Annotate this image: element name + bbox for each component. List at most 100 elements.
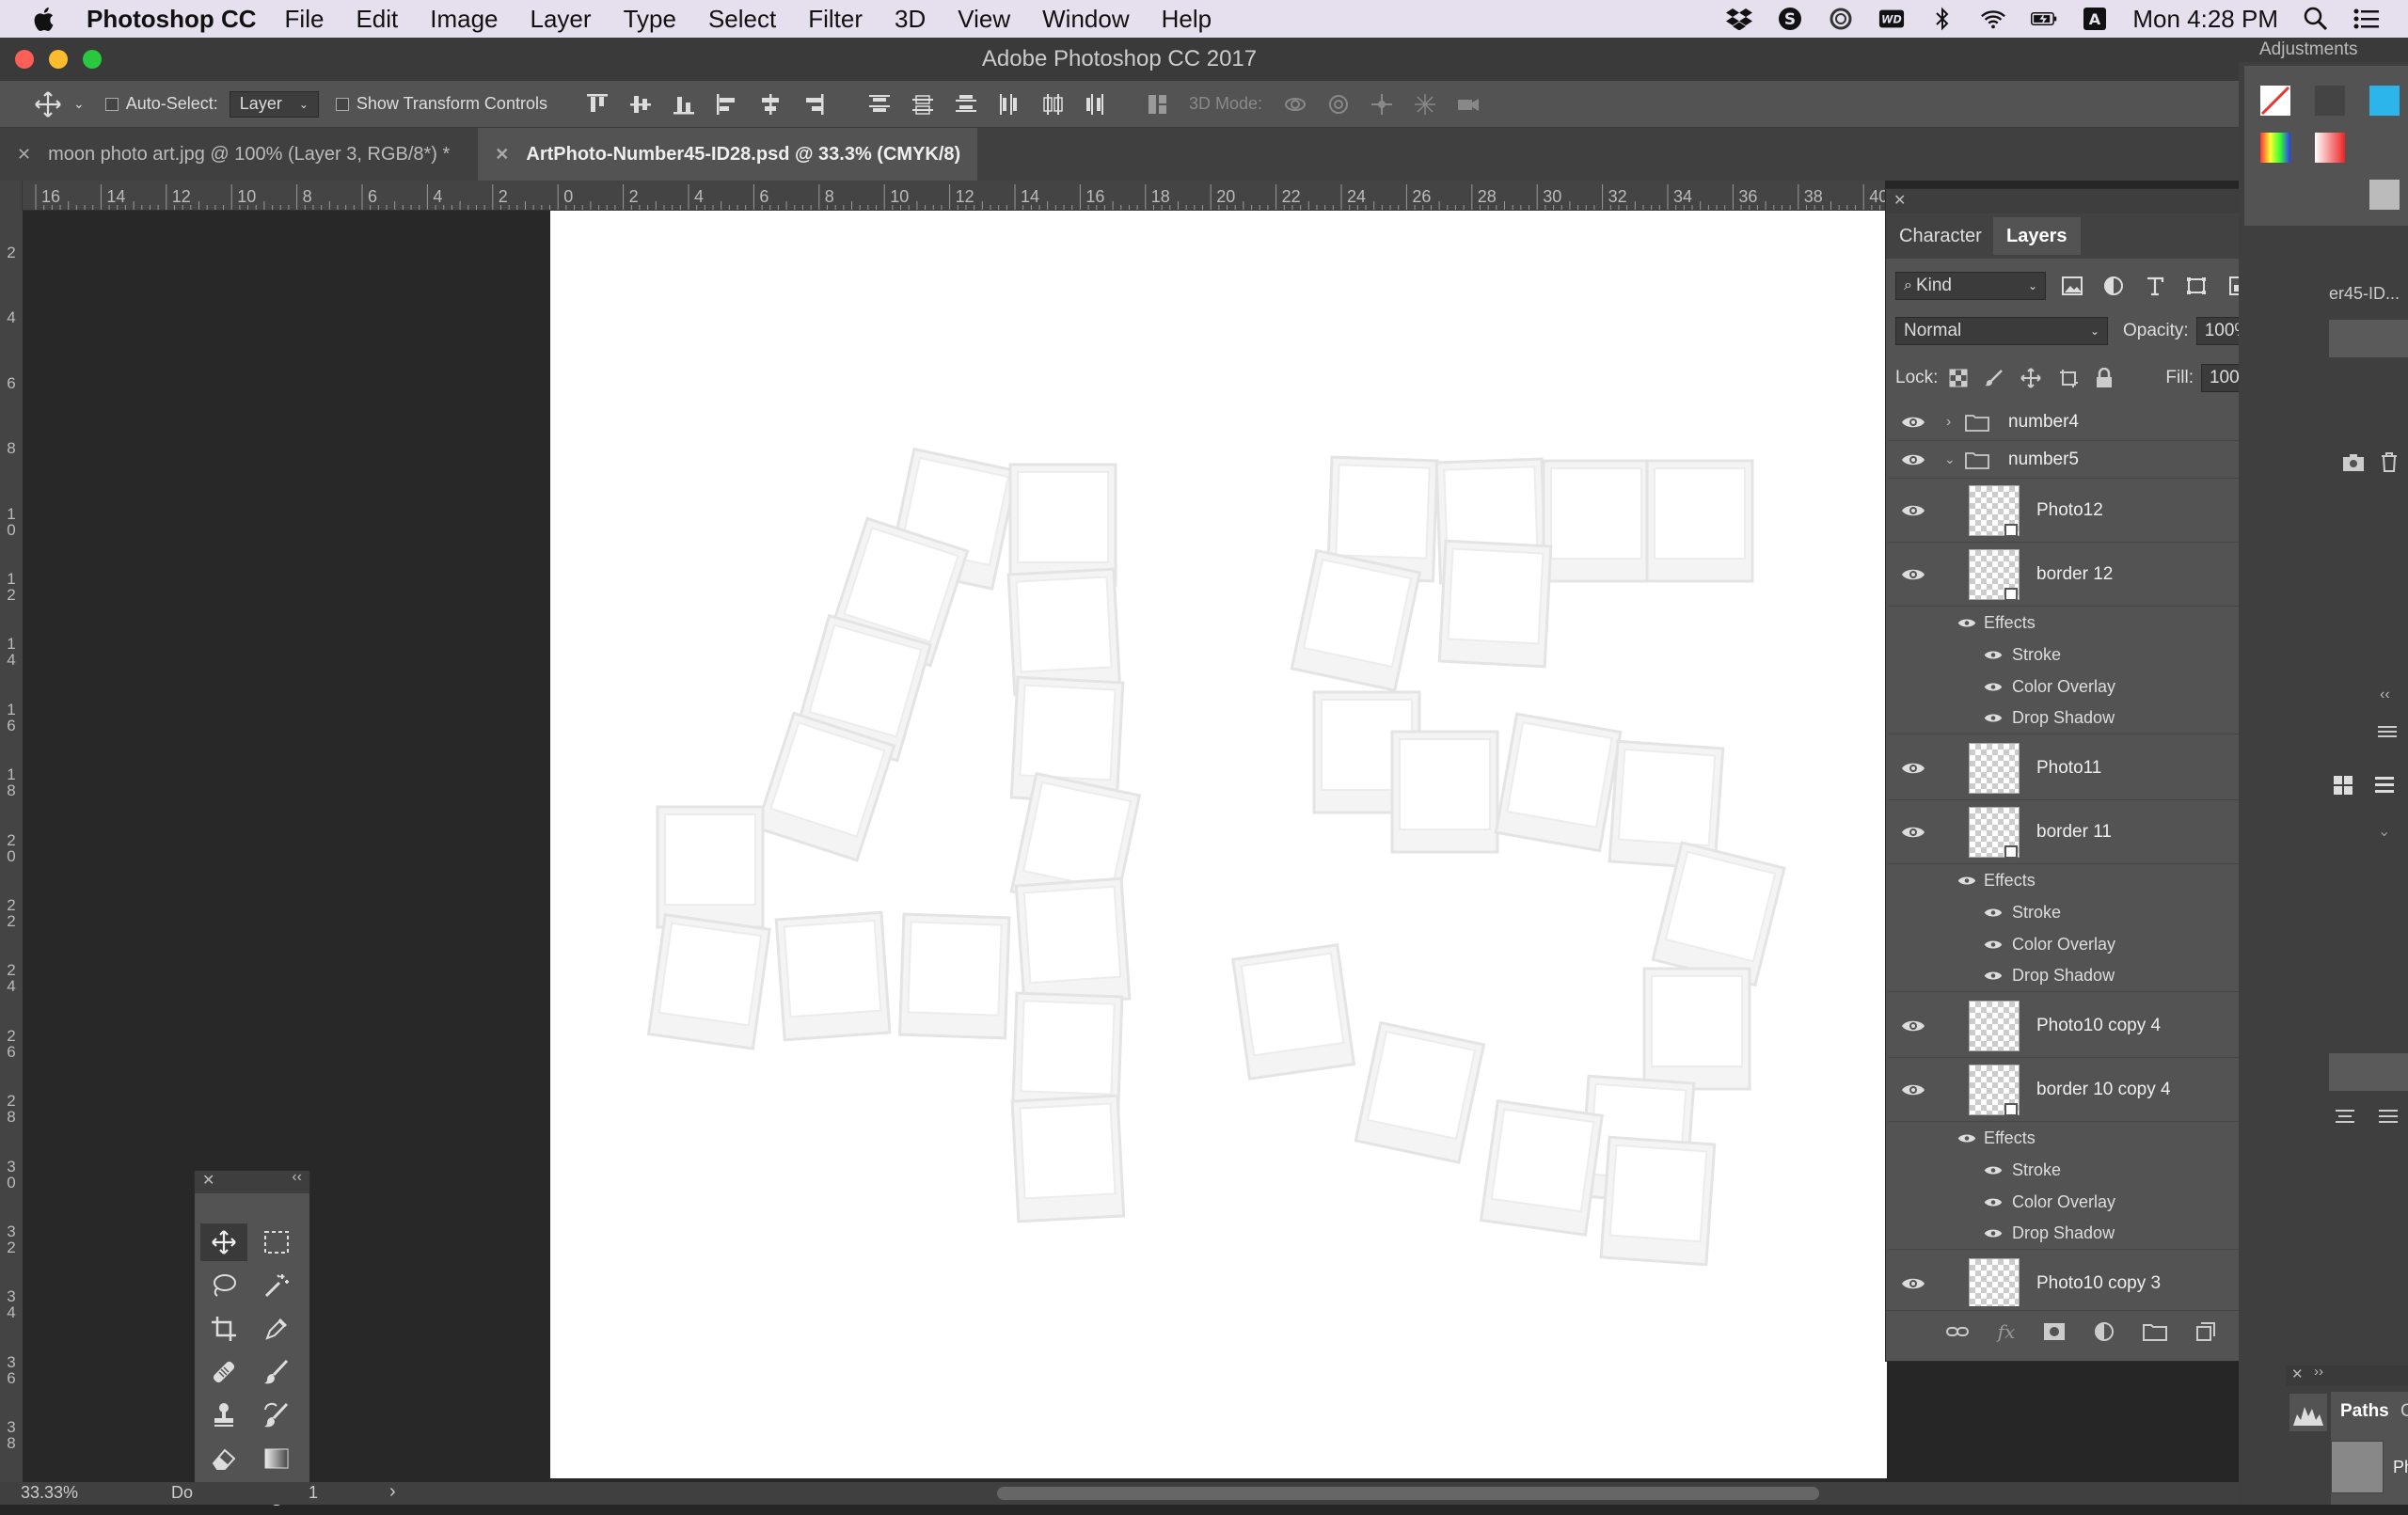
- polaroid-frame[interactable]: [1231, 943, 1355, 1081]
- magic-wand-tool[interactable]: [253, 1267, 300, 1304]
- brush-tool[interactable]: [253, 1353, 300, 1391]
- notification-center-icon[interactable]: [2353, 6, 2380, 32]
- history-brush-tool[interactable]: [253, 1397, 300, 1434]
- eye-icon[interactable]: [1901, 1018, 1925, 1034]
- dropbox-icon[interactable]: [1726, 6, 1753, 32]
- menu-window[interactable]: Window: [1042, 5, 1129, 34]
- document-canvas[interactable]: [550, 211, 1887, 1478]
- bluetooth-icon[interactable]: [1929, 6, 1956, 32]
- 3d-slide-icon[interactable]: [1413, 92, 1437, 117]
- distribute-horizontal-centers-icon[interactable]: [1040, 92, 1065, 117]
- align-vertical-centers-icon[interactable]: [628, 92, 653, 117]
- polaroid-frame[interactable]: [1480, 1099, 1604, 1237]
- lasso-tool[interactable]: [200, 1267, 247, 1304]
- collapse-icon[interactable]: ‹‹: [292, 1169, 302, 1186]
- rectangular-marquee-tool[interactable]: [253, 1223, 300, 1261]
- tab-paths[interactable]: Paths: [2340, 1401, 2389, 1422]
- eye-icon[interactable]: [1957, 875, 1976, 887]
- eye-icon[interactable]: [1901, 825, 1925, 840]
- align-right-edges-icon[interactable]: [801, 92, 826, 117]
- eye-icon[interactable]: [1901, 503, 1925, 518]
- move-tool[interactable]: [200, 1223, 247, 1261]
- polaroid-frame[interactable]: [1599, 1135, 1717, 1267]
- adjustments-header[interactable]: Adjustments: [2239, 38, 2408, 62]
- expand-icon[interactable]: ››: [2314, 1364, 2323, 1380]
- polaroid-frame[interactable]: [647, 913, 771, 1050]
- histogram-icon[interactable]: [2289, 1394, 2327, 1431]
- distribute-left-icon[interactable]: [997, 92, 1022, 117]
- new-adjustment-layer-icon[interactable]: [2094, 1321, 2115, 1342]
- wd-icon[interactable]: WD: [1878, 6, 1905, 32]
- tab-moon-photo[interactable]: ✕ moon photo art.jpg @ 100% (Layer 3, RG…: [0, 128, 467, 181]
- camera-icon[interactable]: [2342, 453, 2365, 472]
- 3d-orbit-icon[interactable]: [1283, 92, 1307, 117]
- align-horizontal-centers-icon[interactable]: [758, 92, 783, 117]
- lock-artboard-icon[interactable]: [2058, 368, 2079, 388]
- align-left-edges-icon[interactable]: [715, 92, 739, 117]
- panel-menu-icon[interactable]: [2378, 724, 2397, 739]
- battery-icon[interactable]: [2031, 6, 2057, 32]
- chevron-down-icon[interactable]: ⌄: [1944, 451, 1956, 467]
- app-menu[interactable]: Photoshop CC: [87, 5, 257, 34]
- polaroid-frame[interactable]: [1494, 712, 1623, 853]
- polaroid-frame[interactable]: [1354, 1021, 1485, 1164]
- paragraph-align-icon[interactable]: [2335, 1108, 2355, 1128]
- auto-select-checkbox[interactable]: [104, 97, 119, 111]
- eye-icon[interactable]: [1984, 907, 2003, 919]
- path-item-label[interactable]: Photo 4 S: [2393, 1458, 2408, 1477]
- paths-panel-header[interactable]: ✕ ››: [2286, 1364, 2408, 1386]
- distribute-right-icon[interactable]: [1084, 92, 1108, 117]
- distribute-bottom-icon[interactable]: [954, 92, 978, 117]
- apple-icon[interactable]: [32, 5, 58, 33]
- menu-type[interactable]: Type: [624, 5, 676, 34]
- filter-type-icon[interactable]: [2144, 276, 2166, 296]
- eye-icon[interactable]: [1901, 761, 1925, 776]
- curves-icon[interactable]: [2368, 85, 2400, 117]
- distribute-top-icon[interactable]: [867, 92, 892, 117]
- eye-icon[interactable]: [1901, 415, 1925, 430]
- align-bottom-edges-icon[interactable]: [672, 92, 696, 117]
- photo-filter-icon[interactable]: [2368, 179, 2400, 211]
- close-icon[interactable]: ✕: [202, 1171, 214, 1190]
- menu-3d[interactable]: 3D: [895, 5, 926, 34]
- polaroid-frame[interactable]: [1008, 463, 1117, 587]
- grid-view-icon[interactable]: [2333, 775, 2353, 796]
- polaroid-frame[interactable]: [1437, 539, 1553, 669]
- brightness-contrast-icon[interactable]: [2259, 85, 2291, 117]
- zoom-level[interactable]: 33.33%: [21, 1483, 78, 1503]
- polaroid-frame[interactable]: [1290, 549, 1421, 692]
- eye-icon[interactable]: [1984, 1196, 2003, 1208]
- menu-layer[interactable]: Layer: [531, 5, 592, 34]
- new-group-icon[interactable]: [2143, 1322, 2168, 1341]
- keyboard-A-icon[interactable]: A: [2082, 6, 2108, 32]
- path-thumbnail[interactable]: [2331, 1441, 2384, 1493]
- polaroid-frame[interactable]: [1390, 730, 1499, 854]
- menu-help[interactable]: Help: [1162, 5, 1212, 34]
- tab-artphoto-number45[interactable]: ✕ ArtPhoto-Number45-ID28.psd @ 33.3% (CM…: [478, 128, 978, 181]
- close-icon[interactable]: ✕: [1893, 191, 1906, 210]
- spotlight-icon[interactable]: [2303, 6, 2329, 32]
- polaroid-frame[interactable]: [1645, 459, 1754, 583]
- add-layer-mask-icon[interactable]: [2043, 1322, 2066, 1341]
- chevron-down-icon[interactable]: ⌄: [2378, 822, 2390, 841]
- menubar-clock[interactable]: Mon 4:28 PM: [2132, 5, 2278, 34]
- new-layer-icon[interactable]: [2195, 1321, 2216, 1342]
- close-icon[interactable]: ✕: [495, 145, 509, 165]
- filter-shape-icon[interactable]: [2185, 276, 2208, 296]
- crop-tool[interactable]: [200, 1310, 247, 1348]
- polaroid-frame[interactable]: [774, 910, 892, 1042]
- polaroid-frame[interactable]: [1014, 876, 1132, 1008]
- 3d-scale-video-camera-icon[interactable]: [1456, 92, 1481, 117]
- clone-stamp-tool[interactable]: [200, 1397, 247, 1434]
- distribute-vertical-centers-icon[interactable]: [911, 92, 935, 117]
- tab-character[interactable]: Character: [1886, 217, 1995, 255]
- 3d-pan-icon[interactable]: [1370, 92, 1394, 117]
- eye-icon[interactable]: [1957, 1132, 1976, 1144]
- horizontal-ruler[interactable]: 16 14 12 10 8 6 4 2 0 2 4 6 8 10 12 14 16 18 20 22 24 26 28 30 3…: [23, 181, 1885, 211]
- vertical-ruler[interactable]: 2 4 6 8 1 0 1 2 1 4 1 6 1 8 2 0 2 2 2 4 2 6 2 8 3 0 3 2…: [0, 211, 23, 1482]
- healing-brush-tool[interactable]: [200, 1353, 247, 1391]
- tab-channels[interactable]: Chann: [2400, 1401, 2408, 1422]
- gradient-tool[interactable]: [253, 1440, 300, 1477]
- document-info-label[interactable]: Do: [171, 1483, 193, 1503]
- lock-position-icon[interactable]: [2020, 368, 2042, 388]
